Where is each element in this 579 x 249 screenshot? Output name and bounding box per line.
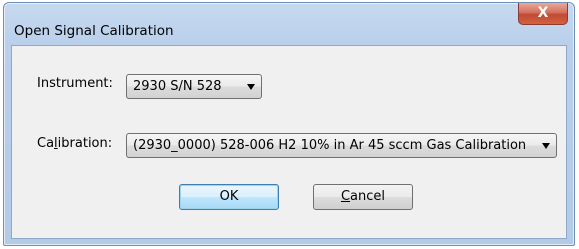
title-bar[interactable]: Open Signal Calibration X [4, 3, 574, 43]
instrument-label: Instrument: [37, 76, 113, 91]
calibration-label: Calibration: [37, 136, 113, 151]
chevron-down-icon [247, 84, 255, 90]
instrument-select-value: 2930 S/N 528 [133, 79, 222, 94]
cancel-button-label: Cancel [340, 189, 386, 204]
dialog-window: Open Signal Calibration X Instrument: 29… [3, 2, 575, 246]
close-icon: X [537, 5, 549, 21]
instrument-select[interactable]: 2930 S/N 528 [126, 74, 262, 99]
chevron-down-icon [542, 143, 550, 149]
calibration-select-value: (2930_0000) 528-006 H2 10% in Ar 45 sccm… [133, 138, 527, 153]
dialog-client-area: Instrument: 2930 S/N 528 Calibration: (2… [11, 45, 567, 239]
ok-button-label: OK [219, 189, 239, 204]
cancel-button[interactable]: Cancel [313, 184, 413, 210]
window-title: Open Signal Calibration [14, 23, 174, 39]
close-button[interactable]: X [518, 3, 568, 25]
ok-button[interactable]: OK [179, 184, 279, 210]
calibration-select[interactable]: (2930_0000) 528-006 H2 10% in Ar 45 sccm… [126, 133, 557, 158]
